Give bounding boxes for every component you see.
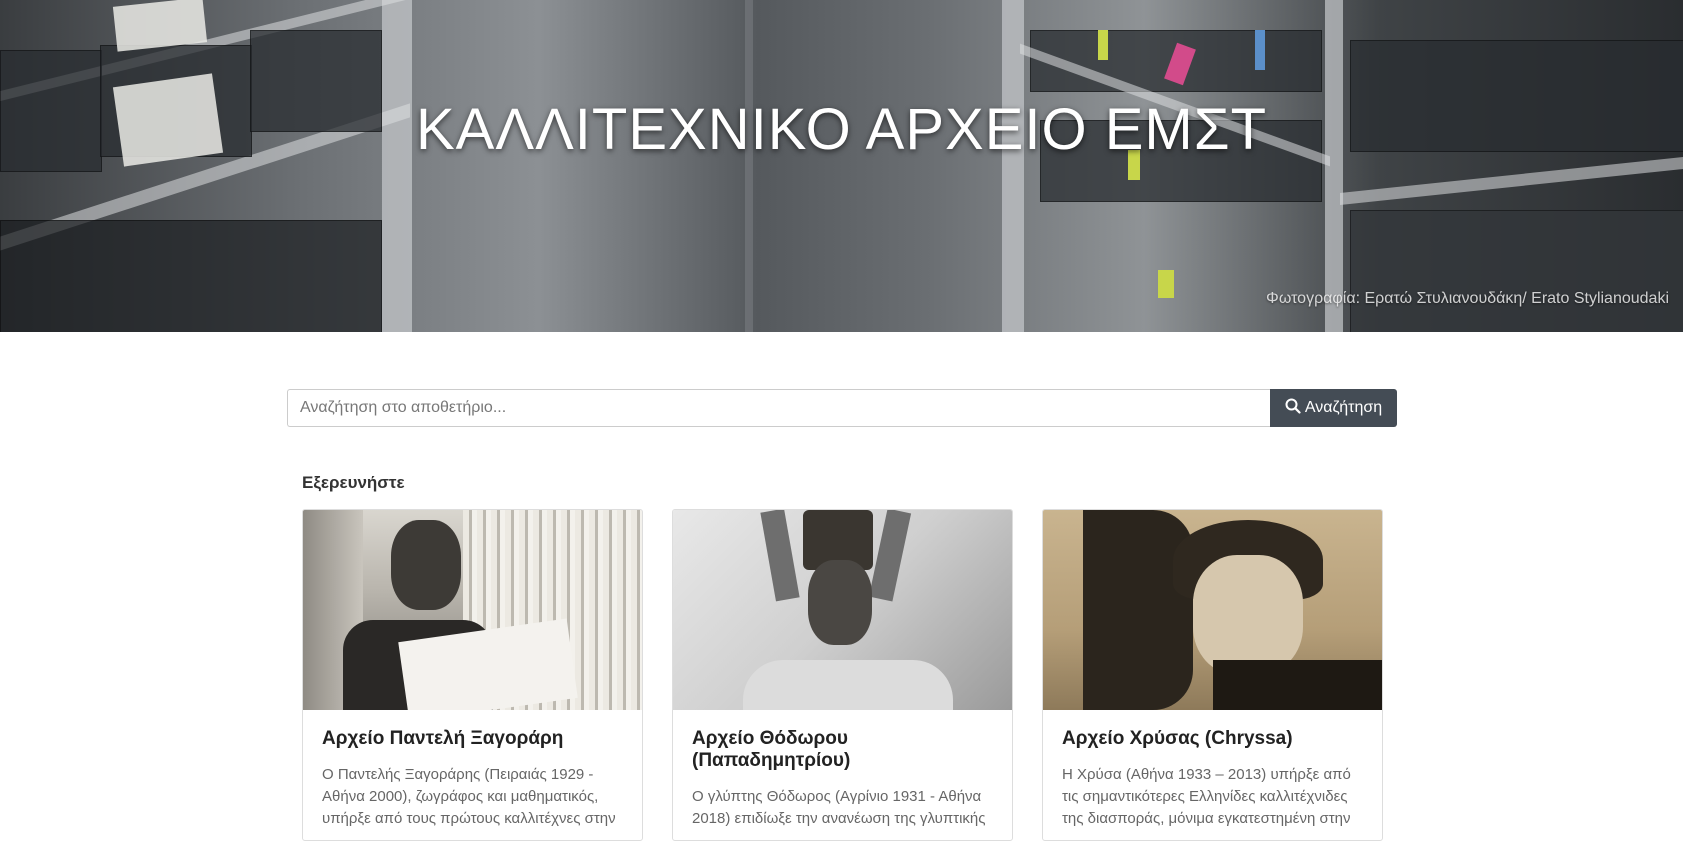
card-title[interactable]: Αρχείο Θόδωρου (Παπαδημητρίου): [692, 728, 993, 772]
search-bar: Αναζήτηση: [287, 389, 1397, 427]
card-image-xagorari[interactable]: [303, 510, 642, 710]
search-input[interactable]: [287, 389, 1270, 427]
photo-credit: Φωτογραφία: Ερατώ Στυλιανουδάκη/ Erato S…: [1266, 290, 1669, 307]
page-title: ΚΑΛΛΙΤΕΧΝΙΚΟ ΑΡΧΕΙΟ ΕΜΣΤ: [415, 97, 1268, 162]
search-button[interactable]: Αναζήτηση: [1270, 389, 1397, 427]
explore-heading: Εξερευνήστε: [302, 473, 405, 492]
hero-banner: ΚΑΛΛΙΤΕΧΝΙΚΟ ΑΡΧΕΙΟ ΕΜΣΤ Φωτογραφία: Ερα…: [0, 0, 1683, 332]
archive-card-xagorari[interactable]: Αρχείο Παντελή Ξαγοράρη Ο Παντελής Ξαγορ…: [302, 509, 643, 841]
search-button-label: Αναζήτηση: [1304, 399, 1383, 416]
archive-card-theodorou[interactable]: Αρχείο Θόδωρου (Παπαδημητρίου) Ο γλύπτης…: [672, 509, 1013, 841]
card-image-chryssa[interactable]: [1043, 510, 1382, 710]
search-icon: [1285, 398, 1301, 419]
card-description: Ο Παντελής Ξαγοράρης (Πειραιάς 1929 - Αθ…: [322, 766, 616, 827]
card-title[interactable]: Αρχείο Παντελή Ξαγοράρη: [322, 728, 623, 750]
archive-card-chryssa[interactable]: Αρχείο Χρύσας (Chryssa) Η Χρύσα (Αθήνα 1…: [1042, 509, 1383, 841]
card-description: Η Χρύσα (Αθήνα 1933 – 2013) υπήρξε από τ…: [1062, 766, 1351, 827]
card-image-theodorou[interactable]: [673, 510, 1012, 710]
card-title[interactable]: Αρχείο Χρύσας (Chryssa): [1062, 728, 1363, 750]
card-description: Ο γλύπτης Θόδωρος (Αγρίνιο 1931 - Αθήνα …: [692, 788, 986, 827]
